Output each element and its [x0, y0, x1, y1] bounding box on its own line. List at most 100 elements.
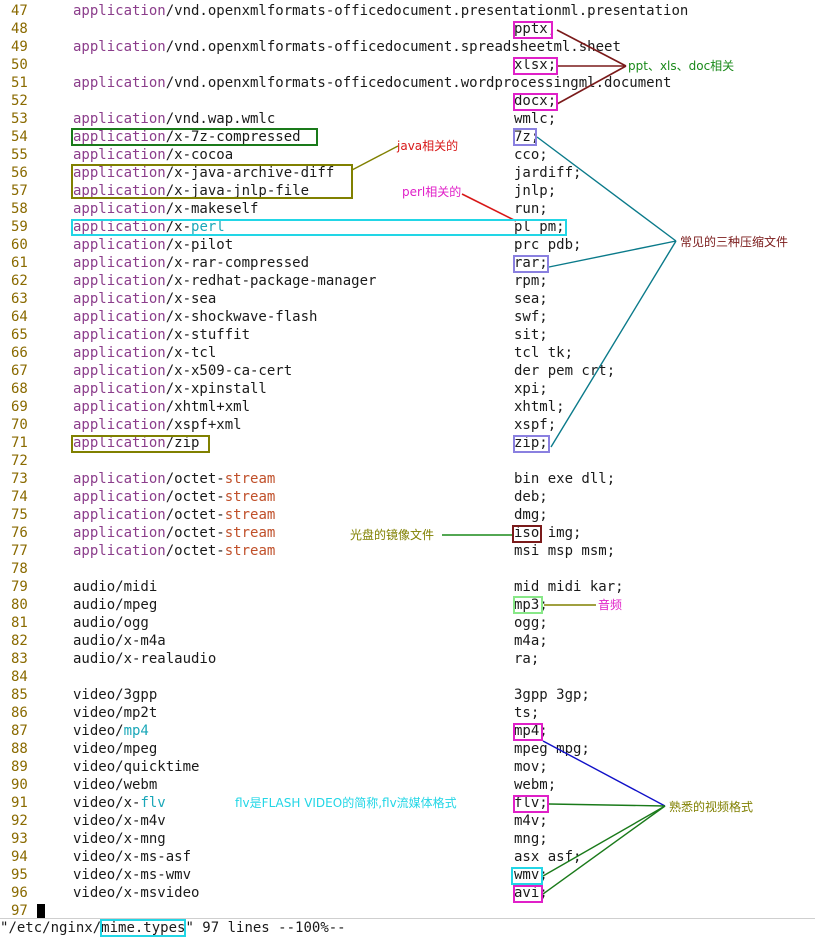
- line-number: 83: [11, 651, 28, 667]
- code-line: 79 audio/midi mid midi kar;: [0, 578, 815, 596]
- code-line: 49 application/vnd.openxmlformats-officed…: [0, 38, 815, 56]
- mime-subtype: /x-tcl: [165, 345, 217, 361]
- mime-subtype: video/quicktime: [73, 759, 200, 775]
- line-number: 60: [11, 237, 28, 253]
- file-extensions: jnlp;: [514, 183, 557, 199]
- mime-subtype: audio/x-realaudio: [73, 651, 217, 667]
- line-number: 49: [11, 39, 28, 55]
- code-line: 74 application/octet-stream deb;: [0, 488, 815, 506]
- highlighted-keyword: stream: [224, 471, 276, 487]
- mime-subtype: /x-shockwave-flash: [165, 309, 318, 325]
- mime-subtype: audio/ogg: [73, 615, 149, 631]
- file-extensions: ogg;: [514, 615, 548, 631]
- mime-subtype: /octet-: [165, 525, 225, 541]
- box-iso: [512, 525, 542, 543]
- box-xlsx: [513, 57, 558, 75]
- mime-type: video/quicktime: [73, 758, 199, 776]
- mime-type: application/x-redhat-package-manager: [73, 272, 376, 290]
- line-number: 85: [11, 687, 28, 703]
- file-extensions: cco;: [514, 147, 548, 163]
- mime-subtype: /x-stuffit: [165, 327, 251, 343]
- line-number: 59: [11, 219, 28, 235]
- mime-type: application/x-x509-ca-cert: [73, 362, 292, 380]
- code-line: 61 application/x-rar-compressed rar;: [0, 254, 815, 272]
- code-line: 62 application/x-redhat-package-manager rp…: [0, 272, 815, 290]
- mime-type-prefix: application: [73, 255, 166, 271]
- box-perl: [71, 219, 567, 236]
- mime-type: video/3gpp: [73, 686, 157, 704]
- line-number: 68: [11, 381, 28, 397]
- code-line: 88 video/mpeg mpeg mpg;: [0, 740, 815, 758]
- file-extensions: sit;: [514, 327, 548, 343]
- mime-type-prefix: application: [73, 525, 166, 541]
- code-line: 92 video/x-m4v m4v;: [0, 812, 815, 830]
- mime-subtype: /x-x509-ca-cert: [165, 363, 293, 379]
- mime-type: application/vnd.openxmlformats-officedoc…: [73, 74, 671, 92]
- mime-type-prefix: application: [73, 147, 166, 163]
- mime-subtype: /x-redhat-package-manager: [165, 273, 377, 289]
- highlighted-keyword: stream: [224, 543, 276, 559]
- mime-subtype: /vnd.openxmlformats-officedocument.wordp…: [165, 75, 672, 91]
- file-extensions: msi msp msm;: [514, 543, 616, 559]
- code-line: 73 application/octet-stream bin exe dll;: [0, 470, 815, 488]
- code-line: 89 video/quicktime mov;: [0, 758, 815, 776]
- highlighted-keyword: mp4: [123, 723, 149, 739]
- code-line: 63 application/x-sea sea;: [0, 290, 815, 308]
- mime-type: video/mp4: [73, 722, 149, 740]
- mime-type: application/x-sea: [73, 290, 216, 308]
- mime-subtype: /x-rar-compressed: [165, 255, 310, 271]
- file-extensions: xhtml;: [514, 399, 565, 415]
- mime-subtype: video/x-ms-wmv: [73, 867, 192, 883]
- mime-type: application/octet-stream: [73, 542, 275, 560]
- line-number: 70: [11, 417, 28, 433]
- line-number: 82: [11, 633, 28, 649]
- status-line: "/etc/nginx/mime.types" 97 lines --100%-…: [0, 918, 815, 938]
- code-line: 86 video/mp2t ts;: [0, 704, 815, 722]
- mime-type: video/x-m4v: [73, 812, 166, 830]
- mime-type: video/x-mng: [73, 830, 166, 848]
- mime-type-prefix: application: [73, 345, 166, 361]
- code-line: 53 application/vnd.wap.wmlc wmlc;: [0, 110, 815, 128]
- line-number: 57: [11, 183, 28, 199]
- mime-type: audio/x-realaudio: [73, 650, 216, 668]
- code-line: 82 audio/x-m4a m4a;: [0, 632, 815, 650]
- file-extensions: mng;: [514, 831, 548, 847]
- mime-subtype: /octet-: [165, 471, 225, 487]
- line-number: 87: [11, 723, 28, 739]
- file-extensions: deb;: [514, 489, 548, 505]
- mime-type-prefix: application: [73, 471, 166, 487]
- file-extensions: wmlc;: [514, 111, 557, 127]
- line-number: 48: [11, 21, 28, 37]
- note-office: ppt、xls、doc相关: [628, 59, 735, 73]
- mime-subtype: video/3gpp: [73, 687, 158, 703]
- file-extensions: swf;: [514, 309, 548, 325]
- mime-type: application/x-pilot: [73, 236, 233, 254]
- mime-subtype: /octet-: [165, 507, 225, 523]
- note-java: java相关的: [397, 139, 459, 153]
- code-line: 65 application/x-stuffit sit;: [0, 326, 815, 344]
- code-line: 77 application/octet-stream msi msp msm;: [0, 542, 815, 560]
- box-7z-compressed: [71, 128, 318, 146]
- mime-type: application/octet-stream: [73, 488, 275, 506]
- note-video: 熟悉的视频格式: [669, 800, 754, 814]
- mime-subtype: /x-xpinstall: [165, 381, 267, 397]
- line-number: 62: [11, 273, 28, 289]
- line-number: 90: [11, 777, 28, 793]
- mime-type-prefix: application: [73, 489, 166, 505]
- mime-type: application/x-cocoa: [73, 146, 233, 164]
- line-number: 66: [11, 345, 28, 361]
- highlighted-keyword: stream: [224, 489, 276, 505]
- note-compress: 常见的三种压缩文件: [680, 235, 789, 249]
- code-line: 80 audio/mpeg mp3;: [0, 596, 815, 614]
- code-line: 51 application/vnd.openxmlformats-officed…: [0, 74, 815, 92]
- code-line: 48 pptx;: [0, 20, 815, 38]
- line-number: 86: [11, 705, 28, 721]
- mime-subtype: video/x-ms-asf: [73, 849, 192, 865]
- code-line: 87 video/mp4 mp4;: [0, 722, 815, 740]
- mime-type: video/x-ms-asf: [73, 848, 191, 866]
- line-number: 81: [11, 615, 28, 631]
- box-rar: [513, 255, 549, 273]
- file-extensions: xspf;: [514, 417, 557, 433]
- box-docx: [513, 93, 558, 111]
- code-line: 90 video/webm webm;: [0, 776, 815, 794]
